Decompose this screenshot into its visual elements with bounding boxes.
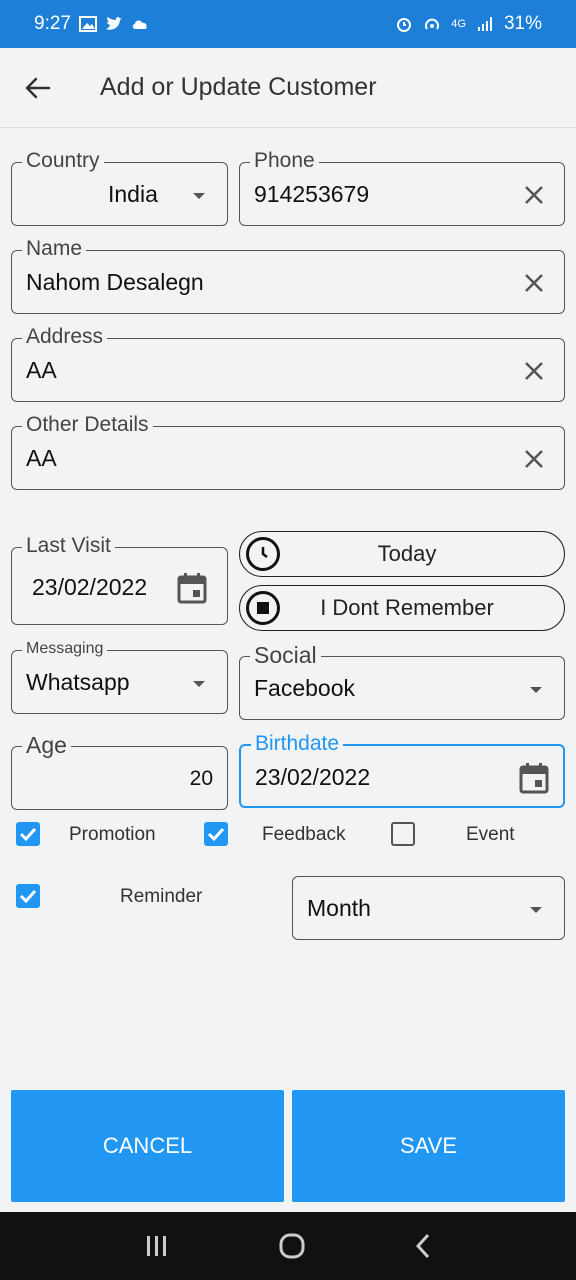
dont-remember-label: I Dont Remember xyxy=(320,595,494,620)
page-title: Add or Update Customer xyxy=(100,73,377,101)
check-icon xyxy=(19,827,37,842)
battery-percent: 31% xyxy=(503,13,542,34)
name-value: Nahom Desalegn xyxy=(26,269,204,295)
age-label: Age xyxy=(22,732,71,758)
other-details-value: AA xyxy=(26,445,57,471)
system-nav-bar xyxy=(0,1212,576,1280)
reminder-period-select[interactable]: Month xyxy=(292,876,565,940)
birthdate-field[interactable]: Birthdate 23/02/2022 xyxy=(239,731,565,808)
phone-label: Phone xyxy=(250,148,319,174)
clear-icon[interactable] xyxy=(522,447,546,471)
hotspot-icon xyxy=(425,18,440,30)
country-select[interactable]: Country India xyxy=(11,148,228,226)
dropdown-arrow-icon xyxy=(193,681,205,687)
stop-icon xyxy=(246,591,280,625)
reminder-label: Reminder xyxy=(120,886,203,907)
check-icon xyxy=(19,889,37,904)
phone-field[interactable]: Phone 914253679 xyxy=(239,148,565,226)
clear-icon[interactable] xyxy=(522,183,546,207)
name-field[interactable]: Name Nahom Desalegn xyxy=(11,236,565,314)
dont-remember-option[interactable]: I Dont Remember xyxy=(239,585,565,631)
image-icon xyxy=(78,16,97,32)
back-nav-icon[interactable] xyxy=(415,1233,431,1259)
promotion-checkbox[interactable] xyxy=(16,822,40,846)
home-icon[interactable] xyxy=(279,1233,305,1259)
check-icon xyxy=(207,827,225,842)
birthdate-label: Birthdate xyxy=(251,731,344,757)
calendar-icon[interactable] xyxy=(177,572,207,604)
last-visit-value: 23/02/2022 xyxy=(32,574,148,600)
phone-value: 914253679 xyxy=(254,181,370,207)
country-label: Country xyxy=(22,148,104,174)
twitter-icon xyxy=(105,17,122,30)
clear-icon[interactable] xyxy=(522,359,546,383)
address-value: AA xyxy=(26,357,57,383)
last-visit-label: Last Visit xyxy=(22,533,115,559)
social-select[interactable]: Social Facebook xyxy=(239,642,565,720)
messaging-value: Whatsapp xyxy=(26,669,130,695)
network-type: 4G xyxy=(451,18,466,30)
feedback-label: Feedback xyxy=(262,824,346,845)
recent-apps-icon[interactable] xyxy=(145,1235,169,1257)
name-label: Name xyxy=(22,236,87,262)
clock-icon xyxy=(246,537,280,571)
other-details-field[interactable]: Other Details AA xyxy=(11,412,565,490)
address-label: Address xyxy=(22,324,108,350)
reminder-period-value: Month xyxy=(307,895,371,921)
app-bar: Add or Update Customer xyxy=(0,48,576,128)
promotion-label: Promotion xyxy=(69,824,156,845)
messaging-select[interactable]: Messaging Whatsapp xyxy=(11,636,228,714)
arrow-back-icon xyxy=(25,77,51,98)
cancel-button[interactable]: CANCEL xyxy=(11,1090,284,1202)
social-label: Social xyxy=(250,642,321,668)
social-value: Facebook xyxy=(254,675,356,701)
address-field[interactable]: Address AA xyxy=(11,324,565,402)
birthdate-value: 23/02/2022 xyxy=(255,764,371,790)
clear-icon[interactable] xyxy=(522,271,546,295)
status-time: 9:27 xyxy=(34,13,71,34)
calendar-icon[interactable] xyxy=(519,762,549,794)
event-label: Event xyxy=(466,824,515,845)
dropdown-arrow-icon xyxy=(530,907,542,913)
alarm-icon xyxy=(397,18,412,32)
age-field[interactable]: Age 20 xyxy=(11,732,228,810)
back-button[interactable] xyxy=(0,48,76,128)
dropdown-arrow-icon xyxy=(193,193,205,199)
messaging-label: Messaging xyxy=(22,636,108,662)
signal-icon xyxy=(477,17,492,31)
event-checkbox[interactable] xyxy=(391,822,415,846)
save-button[interactable]: SAVE xyxy=(292,1090,565,1202)
reminder-checkbox[interactable] xyxy=(16,884,40,908)
feedback-checkbox[interactable] xyxy=(204,822,228,846)
other-details-label: Other Details xyxy=(22,412,153,438)
dropdown-arrow-icon xyxy=(530,687,542,693)
cloud-icon xyxy=(132,20,147,29)
status-bar: 9:27 4G 31% xyxy=(0,0,576,48)
today-label: Today xyxy=(377,541,437,566)
age-value: 20 xyxy=(189,767,213,790)
today-option[interactable]: Today xyxy=(239,531,565,577)
last-visit-field[interactable]: Last Visit 23/02/2022 xyxy=(11,533,228,625)
country-value: India xyxy=(108,181,158,207)
